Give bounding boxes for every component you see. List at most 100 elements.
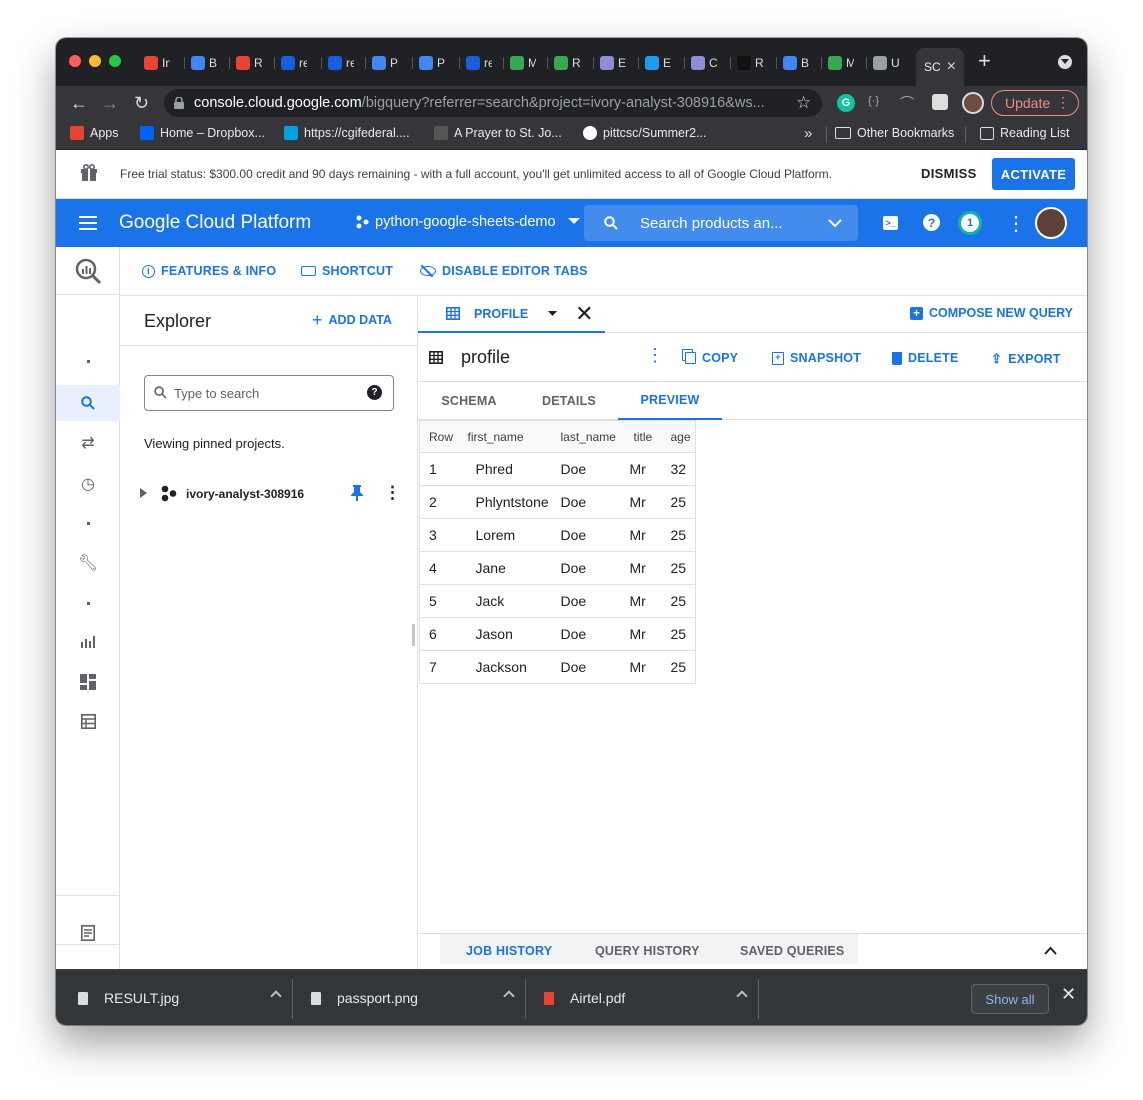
other-bookmarks[interactable]: Other Bookmarks (835, 126, 954, 140)
dashboard-icon[interactable] (56, 674, 120, 690)
table-cell[interactable]: Doe (553, 486, 625, 519)
compose-new-query-button[interactable]: +COMPOSE NEW QUERY (910, 306, 1073, 320)
transfers-icon[interactable]: ⇄ (56, 433, 120, 453)
extension-icon-2[interactable]: ⌒ (900, 93, 914, 113)
browser-tab[interactable]: re (277, 52, 315, 74)
browser-tab[interactable]: re (324, 52, 362, 74)
snapshot-button[interactable]: +SNAPSHOT (772, 351, 861, 365)
bookmark-star-icon[interactable]: ☆ (796, 93, 811, 113)
help-icon[interactable]: ? (367, 385, 382, 400)
expand-arrow-icon[interactable] (140, 488, 147, 498)
rail-search-button[interactable] (56, 385, 120, 421)
table-cell[interactable]: 6 (420, 618, 460, 651)
browser-tab[interactable]: M (506, 52, 544, 74)
more-vert-icon[interactable]: ⋮ (1006, 211, 1026, 236)
bookmark-item[interactable]: A Prayer to St. Jo... (434, 126, 562, 140)
update-button[interactable]: Update⋮ (991, 90, 1079, 116)
table-cell[interactable]: Jane (460, 552, 553, 585)
browser-tab[interactable]: E (641, 52, 679, 74)
project-selector[interactable]: python-google-sheets-demo (355, 214, 580, 230)
table-cell[interactable]: Mr (625, 453, 660, 486)
profile-avatar[interactable] (962, 92, 984, 114)
table-cell[interactable]: Mr (625, 618, 660, 651)
download-item[interactable]: Airtel.pdf (544, 970, 754, 1025)
chevron-up-icon[interactable] (503, 990, 514, 1001)
browser-tab[interactable]: P (368, 52, 406, 74)
table-cell[interactable]: Doe (553, 585, 625, 618)
table-cell[interactable]: 25 (660, 519, 696, 552)
column-header[interactable]: Row (420, 421, 460, 453)
tab-job-history[interactable]: JOB HISTORY (466, 944, 552, 958)
delete-button[interactable]: DELETE (892, 351, 959, 365)
table-cell[interactable]: Doe (553, 519, 625, 552)
explorer-search-input[interactable]: Type to search ? (144, 375, 394, 411)
browser-tab[interactable]: C (687, 52, 725, 74)
activate-button[interactable]: ACTIVATE (992, 158, 1075, 190)
tab-profile[interactable]: PROFILE ✕ (418, 296, 605, 333)
tab-search-button[interactable] (1058, 55, 1072, 69)
help-icon[interactable]: ? (923, 214, 940, 231)
bookmark-item[interactable]: Apps (70, 126, 119, 140)
back-button[interactable]: ← (70, 94, 88, 112)
browser-tab[interactable]: R (733, 52, 771, 74)
table-cell[interactable]: Lorem (460, 519, 553, 552)
reading-list[interactable]: Reading List (980, 126, 1070, 140)
bigquery-logo[interactable] (56, 247, 120, 295)
table-cell[interactable]: Phred (460, 453, 553, 486)
column-header[interactable]: title (625, 421, 660, 453)
product-search-input[interactable]: Search products an... (584, 205, 858, 241)
browser-tab[interactable]: M (824, 52, 862, 74)
grammarly-extension-icon[interactable]: G (837, 94, 855, 112)
more-vert-icon[interactable]: ⋮ (646, 345, 664, 366)
table-cell[interactable]: 3 (420, 519, 460, 552)
features-info-button[interactable]: iFEATURES & INFO (142, 264, 276, 278)
shortcut-button[interactable]: SHORTCUT (301, 264, 393, 278)
table-cell[interactable]: Doe (553, 453, 625, 486)
close-tab-icon[interactable]: ✕ (575, 305, 593, 323)
active-tab[interactable]: SC × (916, 48, 964, 86)
dismiss-button[interactable]: DISMISS (921, 166, 977, 181)
table-cell[interactable]: Mr (625, 519, 660, 552)
close-tab-icon[interactable]: × (947, 58, 956, 76)
table-cell[interactable]: 2 (420, 486, 460, 519)
url-field[interactable]: console.cloud.google.com/bigquery?referr… (164, 89, 822, 117)
bookmark-item[interactable]: Home – Dropbox... (140, 126, 265, 140)
export-button[interactable]: ⇪EXPORT (991, 351, 1061, 367)
tab-saved-queries[interactable]: SAVED QUERIES (740, 944, 844, 958)
show-all-button[interactable]: Show all (971, 984, 1049, 1014)
table-cell[interactable]: Mr (625, 552, 660, 585)
maximize-window-button[interactable] (109, 55, 121, 67)
bookmark-item[interactable]: pittcsc/Summer2... (583, 126, 707, 140)
browser-tab[interactable]: E (596, 52, 634, 74)
browser-tab[interactable]: R (550, 52, 588, 74)
chevron-up-icon[interactable] (270, 990, 281, 1001)
table-cell[interactable]: 32 (660, 453, 696, 486)
notifications-badge[interactable]: 1 (958, 211, 982, 235)
table-view-icon[interactable] (56, 714, 120, 729)
table-cell[interactable]: Mr (625, 651, 660, 684)
tab-schema[interactable]: SCHEMA (418, 382, 520, 420)
table-cell[interactable]: Doe (553, 552, 625, 585)
chevron-up-icon[interactable] (1044, 946, 1057, 955)
table-cell[interactable]: 25 (660, 651, 696, 684)
table-cell[interactable]: Jackson (460, 651, 553, 684)
reload-button[interactable]: ↻ (134, 94, 149, 112)
table-cell[interactable]: Mr (625, 486, 660, 519)
table-cell[interactable]: Phlyntstone (460, 486, 553, 519)
analytics-icon[interactable] (56, 634, 120, 648)
new-tab-button[interactable]: + (978, 50, 991, 72)
table-cell[interactable]: 25 (660, 552, 696, 585)
bookmark-item[interactable]: https://cgifederal.... (284, 126, 410, 140)
download-item[interactable]: RESULT.jpg (78, 970, 288, 1025)
table-cell[interactable]: 7 (420, 651, 460, 684)
chevron-down-icon[interactable] (828, 219, 842, 228)
column-header[interactable]: age (660, 421, 696, 453)
table-cell[interactable]: Jason (460, 618, 553, 651)
browser-tab[interactable]: In (140, 52, 178, 74)
wrench-icon[interactable]: 🔧︎ (56, 553, 120, 573)
close-downloads-icon[interactable]: ✕ (1061, 984, 1076, 1005)
hamburger-menu-icon[interactable] (79, 216, 97, 230)
add-data-button[interactable]: +ADD DATA (312, 313, 392, 327)
chevron-down-icon[interactable] (548, 311, 557, 317)
scheduled-queries-icon[interactable]: ◷ (56, 474, 120, 494)
